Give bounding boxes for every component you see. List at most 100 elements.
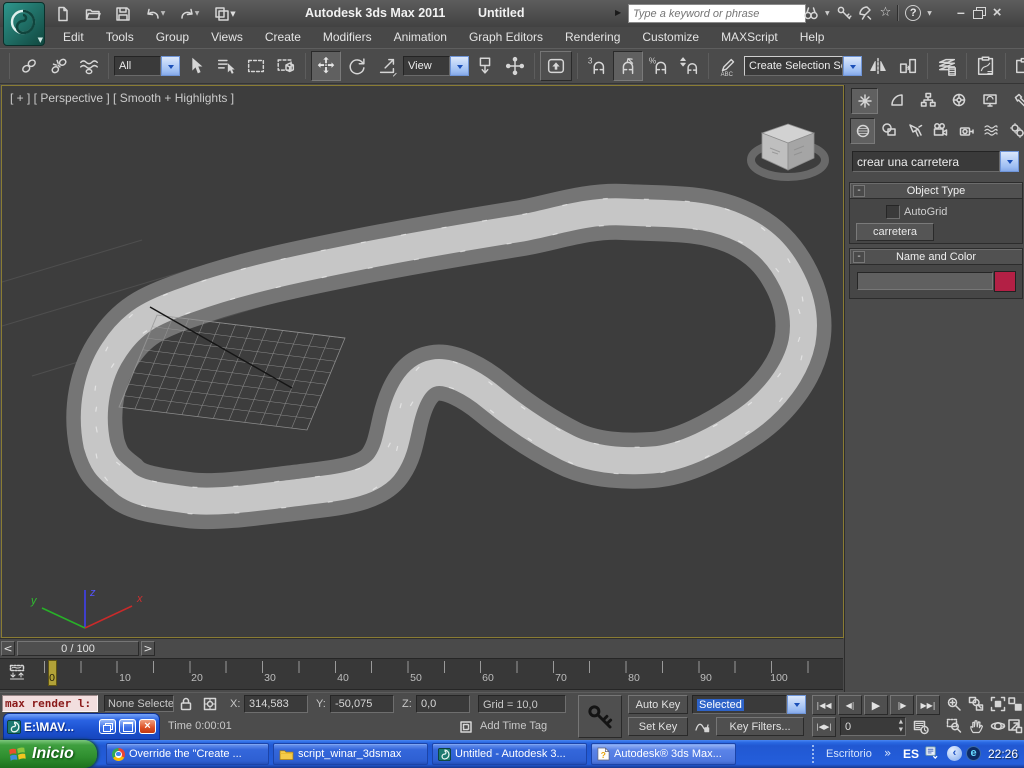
communication-center-icon[interactable]	[858, 5, 874, 21]
spinner-snap-toggle-button[interactable]	[675, 52, 703, 80]
select-and-move-button[interactable]	[311, 51, 341, 81]
percent-snap-toggle-button[interactable]: %	[645, 52, 673, 80]
category-shapes[interactable]	[878, 118, 901, 142]
viewcube[interactable]	[742, 116, 834, 188]
keyboard-shortcut-override-toggle[interactable]	[540, 51, 572, 81]
tab-create[interactable]	[851, 88, 878, 114]
subscription-key-icon[interactable]	[836, 5, 852, 21]
align-button[interactable]	[894, 52, 922, 80]
menu-group[interactable]: Group	[145, 27, 200, 48]
window-restore-button[interactable]	[99, 719, 116, 734]
application-menu-button[interactable]: ▼	[3, 2, 45, 46]
category-geometry[interactable]	[850, 118, 875, 144]
curve-editor-button[interactable]	[972, 52, 1000, 80]
category-lights[interactable]	[903, 118, 926, 142]
zoom-region-button[interactable]	[944, 716, 964, 736]
project-folder-button[interactable]: ▼	[210, 3, 240, 25]
window-close-button[interactable]: ×	[139, 719, 156, 734]
use-pivot-point-center-button[interactable]	[471, 52, 499, 80]
add-time-tag[interactable]: Add Time Tag	[480, 720, 547, 732]
menu-animation[interactable]: Animation	[383, 27, 458, 48]
taskbar-task-chrome[interactable]: Override the "Create ...	[106, 743, 269, 765]
key-filters-button[interactable]: Key Filters...	[716, 717, 804, 736]
time-slider-prev-button[interactable]: <	[1, 641, 15, 656]
name-color-rollout-header[interactable]: - Name and Color	[850, 249, 1022, 265]
select-and-link-button[interactable]	[15, 52, 43, 80]
play-animation-button[interactable]: ▶	[864, 695, 888, 715]
render-setup-button[interactable]	[1011, 52, 1024, 80]
set-keys-button[interactable]	[578, 695, 622, 738]
favorites-star-icon[interactable]: ☆	[880, 5, 892, 21]
object-category-dropdown[interactable]: crear una carretera	[852, 151, 1019, 172]
maxscript-mini-listener[interactable]: max render l:	[2, 695, 98, 712]
bind-to-space-warp-button[interactable]	[75, 52, 103, 80]
select-and-manipulate-button[interactable]	[501, 52, 529, 80]
viewcube-cube[interactable]	[762, 124, 814, 170]
menu-views[interactable]: Views	[200, 27, 254, 48]
dropdown-arrow-icon[interactable]	[1000, 151, 1019, 172]
taskbar-task-3dsmax-help[interactable]: ? Autodesk® 3ds Max...	[591, 743, 736, 765]
category-cameras[interactable]	[929, 118, 952, 142]
named-selection-set-dropdown[interactable]: Create Selection Se	[744, 56, 862, 76]
object-name-field[interactable]	[857, 272, 993, 290]
menu-modifiers[interactable]: Modifiers	[312, 27, 383, 48]
mirror-button[interactable]	[864, 52, 892, 80]
pan-view-button[interactable]	[966, 716, 986, 736]
edit-named-selection-sets-button[interactable]: ABC	[714, 52, 742, 80]
menu-help[interactable]: Help	[789, 27, 836, 48]
key-mode-toggle[interactable]: |◀▶|	[812, 717, 836, 737]
x-coordinate-field[interactable]: 314,583	[244, 695, 308, 713]
menu-edit[interactable]: Edit	[52, 27, 95, 48]
window-maximize-button[interactable]	[119, 719, 136, 734]
language-indicator[interactable]: ES	[903, 747, 919, 761]
object-color-swatch[interactable]	[994, 271, 1016, 292]
menu-maxscript[interactable]: MAXScript	[710, 27, 789, 48]
selection-lock-toggle[interactable]	[178, 696, 194, 715]
time-configuration-button[interactable]	[910, 716, 932, 738]
help-icon[interactable]: ?	[905, 5, 921, 21]
carretera-button[interactable]: carretera	[856, 223, 934, 241]
start-button[interactable]: Inicio	[0, 740, 97, 768]
hide-tray-icons-chevron[interactable]: ‹	[947, 746, 962, 761]
dropdown-arrow-icon[interactable]	[843, 56, 862, 76]
angle-snap-toggle-button[interactable]	[613, 51, 643, 81]
menu-tools[interactable]: Tools	[95, 27, 145, 48]
mini-curve-editor-button[interactable]	[8, 664, 26, 683]
layer-manager-button[interactable]	[933, 52, 961, 80]
search-flyout-arrow-icon[interactable]: ▼	[825, 10, 830, 17]
category-helpers[interactable]	[954, 118, 977, 142]
menu-create[interactable]: Create	[254, 27, 312, 48]
restore-button[interactable]	[973, 7, 985, 18]
window-crossing-toggle-button[interactable]	[272, 52, 300, 80]
dropdown-arrow-icon[interactable]	[450, 56, 469, 76]
open-file-button[interactable]	[82, 3, 104, 25]
zoom-extents-button[interactable]	[988, 694, 1008, 714]
next-frame-button[interactable]: |▶	[890, 695, 914, 715]
set-key-button[interactable]: Set Key	[628, 717, 688, 736]
selection-filter-dropdown[interactable]: All	[114, 56, 180, 76]
track-bar[interactable]: 0 10 20 30 40 50 60 70 80 90 100	[0, 658, 843, 690]
current-frame-field[interactable]: 0 ▲ ▼	[840, 717, 906, 736]
go-to-end-button[interactable]: ▶▶|	[916, 695, 940, 715]
select-by-name-button[interactable]	[212, 52, 240, 80]
go-to-start-button[interactable]: |◀◀	[812, 695, 836, 715]
menu-customize[interactable]: Customize	[631, 27, 710, 48]
autogrid-checkbox[interactable]	[886, 205, 900, 219]
tray-emule-icon[interactable]: e	[966, 746, 981, 761]
help-flyout-arrow-icon[interactable]: ▼	[927, 10, 932, 17]
new-scene-button[interactable]	[52, 3, 74, 25]
previous-frame-button[interactable]: ◀|	[838, 695, 862, 715]
y-coordinate-field[interactable]: -50,075	[330, 695, 394, 713]
language-bar-options-icon[interactable]	[925, 746, 938, 762]
perspective-viewport[interactable]: z y x [ + ] [ Perspective ] [ Smooth + H…	[1, 85, 844, 638]
save-file-button[interactable]	[112, 3, 134, 25]
snaps-toggle-3d-button[interactable]: 3	[583, 52, 611, 80]
select-and-rotate-button[interactable]	[343, 52, 371, 80]
unlink-selection-button[interactable]	[45, 52, 73, 80]
close-button[interactable]: ×	[993, 4, 1002, 21]
orbit-view-button[interactable]	[988, 716, 1008, 736]
infocenter-expand-icon[interactable]: ▶	[615, 8, 621, 17]
zoom-extents-all-button[interactable]	[1006, 694, 1024, 714]
maximize-viewport-toggle[interactable]	[1006, 716, 1024, 736]
tab-display[interactable]	[977, 88, 1002, 112]
